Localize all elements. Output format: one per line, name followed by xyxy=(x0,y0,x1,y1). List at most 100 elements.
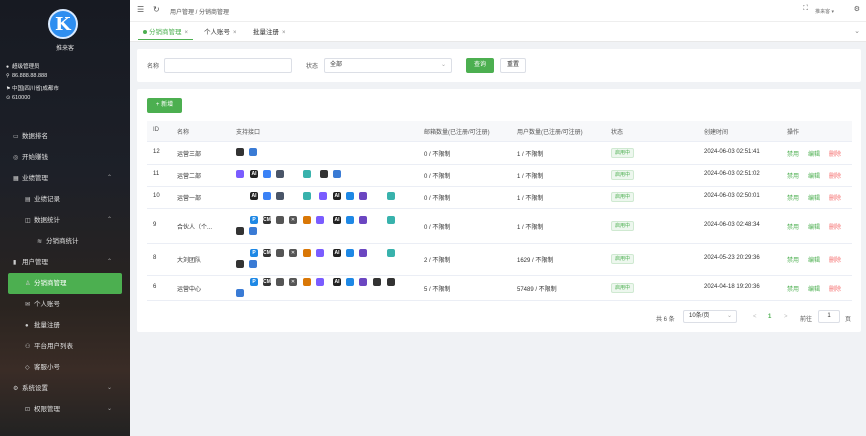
mail-icon: ✉ xyxy=(25,302,31,308)
sidebar-item-1[interactable]: ◎ 开始赚钱 xyxy=(0,147,130,168)
tab-batch-register[interactable]: 批量注册 × xyxy=(248,26,291,40)
reset-button[interactable]: 重置 xyxy=(500,58,526,73)
sidebar-item-5[interactable]: ≋ 分销商统计 xyxy=(0,231,130,252)
sidebar-item-10[interactable]: ⚇ 平台用户列表 xyxy=(0,336,130,357)
edit-button[interactable]: 编辑 xyxy=(808,284,820,293)
delete-button[interactable]: 删除 xyxy=(829,255,841,264)
pager-size-select[interactable]: 10条/页 ⌄ xyxy=(683,310,737,323)
add-button[interactable]: + 新增 xyxy=(147,98,182,113)
row-divider xyxy=(147,243,852,244)
row-created: 2024-05-23 20:29:36 xyxy=(704,255,760,261)
sidebar-item-label: 客服小号 xyxy=(34,364,60,371)
user-ip: ⚲ 86.888.88.888 xyxy=(6,73,48,79)
disable-button[interactable]: 禁用 xyxy=(787,255,799,264)
prev-page-button[interactable]: < xyxy=(753,314,757,320)
tab-personal-account[interactable]: 个人账号 × xyxy=(199,26,242,40)
sidebar-item-label: 数据统计 xyxy=(34,217,60,224)
sidebar-item-11[interactable]: ◇ 客服小号 xyxy=(0,357,130,378)
delete-button[interactable]: 删除 xyxy=(829,193,841,202)
sidebar-item-4[interactable]: ◫ 数据统计 ⌃ xyxy=(0,210,130,231)
disable-button[interactable]: 禁用 xyxy=(787,193,799,202)
close-icon[interactable]: × xyxy=(233,30,237,36)
page-unit-label: 页 xyxy=(845,317,852,323)
globe-icon: ⊙ xyxy=(6,95,11,101)
sidebar-item-8[interactable]: ✉ 个人账号 xyxy=(0,294,130,315)
ico-p-icon: P xyxy=(250,249,258,257)
page-1-button[interactable]: 1 xyxy=(768,314,771,320)
row-divider xyxy=(147,164,852,165)
row-user-count: 57489 / 不限制 xyxy=(517,287,557,293)
user-icon: ♙ xyxy=(25,281,31,287)
close-icon[interactable]: × xyxy=(282,30,286,36)
row-user-count: 1 / 不限制 xyxy=(517,152,544,158)
status-badge: 启用中 xyxy=(611,148,635,158)
sidebar-item-label: 业绩管理 xyxy=(22,175,48,182)
ico-cm-icon: CM xyxy=(263,216,271,224)
fullscreen-icon[interactable]: ⛶ xyxy=(803,5,808,13)
disable-button[interactable]: 禁用 xyxy=(787,149,799,158)
column-header: 名称 xyxy=(177,130,190,136)
ico-v-icon xyxy=(316,278,324,286)
edit-button[interactable]: 编辑 xyxy=(808,222,820,231)
ico-o-icon xyxy=(303,216,311,224)
tab-distributor-manage[interactable]: 分销商管理 × xyxy=(138,26,194,40)
ico-globe-icon xyxy=(249,260,257,268)
sidebar-item-13[interactable]: ⊡ 权限管理 ⌄ xyxy=(0,399,130,420)
sidebar-item-label: 系统设置 xyxy=(22,385,48,392)
disable-button[interactable]: 禁用 xyxy=(787,222,799,231)
goto-page-input[interactable]: 1 xyxy=(818,310,840,323)
menu-toggle-icon[interactable]: ☰ xyxy=(137,5,144,14)
ico-w-icon xyxy=(387,216,395,224)
edit-button[interactable]: 编辑 xyxy=(808,193,820,202)
ico-n-icon xyxy=(359,278,367,286)
column-header: ID xyxy=(153,127,159,133)
edit-button[interactable]: 编辑 xyxy=(808,149,820,158)
chevron-down-icon[interactable]: ⌄ xyxy=(854,27,860,35)
ico-w-icon xyxy=(303,192,311,200)
status-select[interactable]: 全部 ⌄ xyxy=(324,58,452,73)
coin-icon: ◎ xyxy=(13,155,19,161)
status-label: 状态 xyxy=(306,64,319,70)
close-icon[interactable]: × xyxy=(185,30,189,36)
top-bar: ☰ ↻ 用户管理 / 分销商管理 ⛶ 推来客 ▾ ⚙ xyxy=(130,0,866,22)
sidebar-item-6[interactable]: ▮ 用户管理 ⌃ xyxy=(0,252,130,273)
status-badge: 启用中 xyxy=(611,283,635,293)
ico-v-icon xyxy=(319,192,327,200)
disable-button[interactable]: 禁用 xyxy=(787,171,799,180)
edit-button[interactable]: 编辑 xyxy=(808,171,820,180)
edit-button[interactable]: 编辑 xyxy=(808,255,820,264)
status-badge: 启用中 xyxy=(611,192,635,202)
sidebar-item-7[interactable]: ♙ 分销商管理 xyxy=(8,273,122,294)
ico-v-icon xyxy=(316,216,324,224)
delete-button[interactable]: 删除 xyxy=(829,171,841,180)
delete-button[interactable]: 删除 xyxy=(829,222,841,231)
chevron-down-icon: ⌄ xyxy=(106,385,112,391)
delete-button[interactable]: 删除 xyxy=(829,149,841,158)
gear-icon[interactable]: ⚙ xyxy=(854,5,860,13)
sidebar-item-2[interactable]: ▦ 业绩管理 ⌃ xyxy=(0,168,130,189)
next-page-button[interactable]: > xyxy=(784,314,788,320)
sidebar-item-12[interactable]: ⚙ 系统设置 ⌄ xyxy=(0,378,130,399)
row-mail-count: 0 / 不限制 xyxy=(424,174,451,180)
row-name: 运营中心 xyxy=(177,287,202,293)
row-mail-count: 0 / 不限制 xyxy=(424,225,451,231)
ico-w-icon xyxy=(387,249,395,257)
refresh-icon[interactable]: ↻ xyxy=(153,5,160,14)
name-label: 名称 xyxy=(147,64,160,70)
sidebar-item-0[interactable]: ▭ 数据排名 xyxy=(0,126,130,147)
row-id: 10 xyxy=(153,193,160,199)
ico-ai-icon: AI xyxy=(333,216,341,224)
user-menu[interactable]: 推来客 ▾ xyxy=(815,8,834,15)
sidebar-item-label: 数据排名 xyxy=(22,133,48,140)
user-icon: ● xyxy=(6,64,10,70)
name-input[interactable] xyxy=(164,58,292,73)
sidebar-item-3[interactable]: ▤ 业绩记录 xyxy=(0,189,130,210)
sidebar-item-9[interactable]: ● 批量注册 xyxy=(0,315,130,336)
row-user-count: 1 / 不限制 xyxy=(517,196,544,202)
delete-button[interactable]: 删除 xyxy=(829,284,841,293)
query-button[interactable]: 查询 xyxy=(466,58,494,73)
row-created: 2024-04-18 19:20:36 xyxy=(704,284,760,290)
ico-globe-icon xyxy=(249,148,257,156)
pager-total: 共 6 条 xyxy=(656,317,675,323)
disable-button[interactable]: 禁用 xyxy=(787,284,799,293)
